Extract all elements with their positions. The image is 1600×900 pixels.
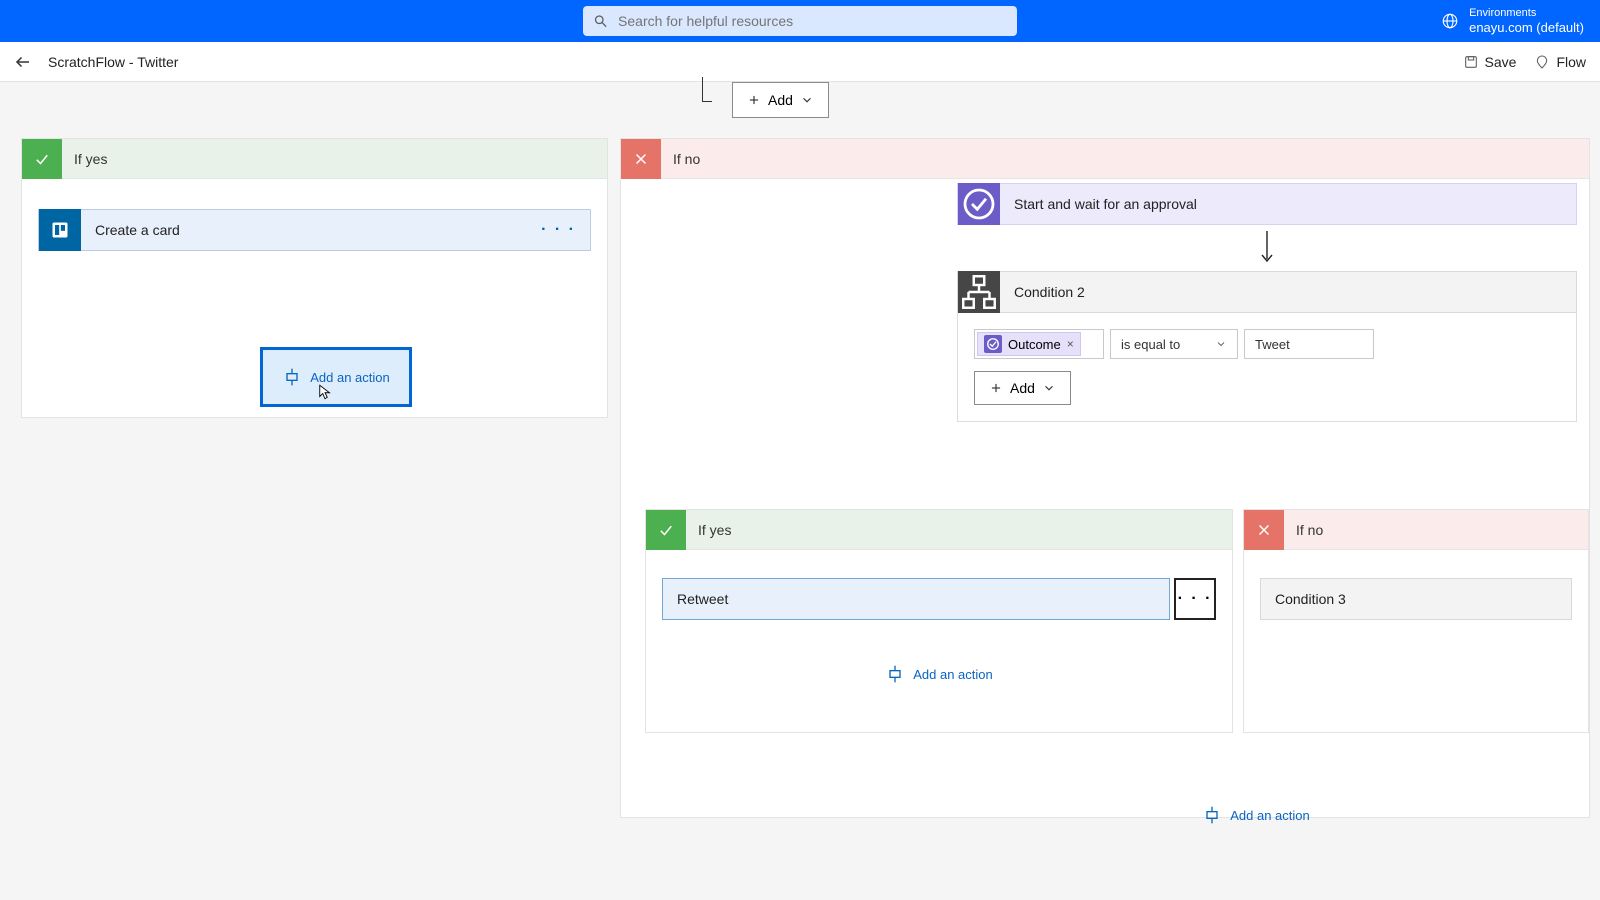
condition-icon: [958, 271, 1000, 313]
search-input[interactable]: [618, 13, 1007, 29]
branch-if-yes-header[interactable]: If yes: [22, 139, 607, 179]
nested-if-no-header[interactable]: If no: [1244, 510, 1588, 550]
environment-picker[interactable]: Environments enayu.com (default): [1441, 7, 1584, 36]
environment-name: enayu.com (default): [1469, 20, 1584, 36]
add-row-button[interactable]: Add: [732, 82, 829, 118]
action-approval[interactable]: Start and wait for an approval: [957, 183, 1577, 225]
save-icon: [1463, 54, 1479, 70]
dynamic-token-outcome[interactable]: Outcome ×: [977, 332, 1081, 356]
condition-add-label: Add: [1010, 380, 1035, 396]
top-add-region: Add: [660, 82, 1215, 124]
operator-label: is equal to: [1121, 337, 1180, 352]
add-action-button[interactable]: Add an action: [260, 347, 412, 407]
trello-icon: [39, 209, 81, 251]
action-retweet-menu[interactable]: · · ·: [1174, 578, 1216, 620]
cursor-icon: [316, 381, 334, 403]
action-create-card[interactable]: Create a card · · ·: [38, 209, 591, 251]
editor-toolbar: ScratchFlow - Twitter Save Flow: [0, 42, 1600, 82]
flow-canvas[interactable]: Add If yes Create a card · · · Add an ac…: [0, 82, 1600, 900]
token-remove[interactable]: ×: [1067, 337, 1074, 351]
branch-if-no-header[interactable]: If no: [621, 139, 1589, 179]
flow-checker-icon: [1534, 54, 1550, 70]
condition-3-header[interactable]: Condition 3: [1260, 578, 1572, 620]
condition-2-header[interactable]: Condition 2: [957, 271, 1577, 313]
flow-arrow: [957, 225, 1577, 271]
global-search[interactable]: [583, 6, 1017, 36]
flow-label: Flow: [1556, 54, 1586, 70]
flow-title: ScratchFlow - Twitter: [48, 54, 178, 70]
chevron-down-icon: [1042, 381, 1056, 395]
branch-if-yes-label: If yes: [74, 151, 107, 167]
condition-operator-select[interactable]: is equal to: [1110, 329, 1238, 359]
branch-if-no: If no Start and wait for an approval Con…: [620, 138, 1590, 818]
insert-step-icon: [282, 367, 302, 387]
action-card-menu[interactable]: · · ·: [541, 221, 576, 239]
plus-icon: [989, 381, 1003, 395]
arrow-left-icon: [14, 53, 32, 71]
branch-if-no-label: If no: [673, 151, 700, 167]
branch-if-yes: If yes Create a card · · · Add an action: [21, 138, 608, 418]
condition-2-body: Outcome × is equal to Tweet Add: [957, 313, 1577, 422]
condition-add-row[interactable]: Add: [974, 371, 1071, 405]
nested-if-no-label: If no: [1296, 522, 1323, 538]
close-icon: [621, 139, 661, 179]
connector-line: [702, 77, 712, 102]
condition-2-title: Condition 2: [1000, 284, 1085, 300]
nested-branch-if-yes: If yes Retweet · · · Add an action: [645, 509, 1233, 733]
nested-if-yes-header[interactable]: If yes: [646, 510, 1232, 550]
app-header: Environments enayu.com (default): [0, 0, 1600, 42]
action-retweet[interactable]: Retweet: [662, 578, 1170, 620]
save-button[interactable]: Save: [1463, 54, 1517, 70]
insert-step-icon: [1202, 805, 1222, 825]
nested-add-action[interactable]: Add an action: [646, 664, 1232, 684]
flow-checker-button[interactable]: Flow: [1534, 54, 1586, 70]
back-button[interactable]: [14, 53, 32, 71]
value-text: Tweet: [1255, 337, 1290, 352]
outer-no-add-action-label: Add an action: [1230, 808, 1310, 823]
plus-icon: [747, 93, 761, 107]
condition-left-operand[interactable]: Outcome ×: [974, 329, 1104, 359]
nested-branch-if-no: If no Condition 3: [1243, 509, 1589, 733]
environment-label: Environments: [1469, 7, 1584, 20]
environment-icon: [1441, 12, 1459, 30]
condition-3-title: Condition 3: [1261, 591, 1346, 607]
nested-if-yes-label: If yes: [698, 522, 731, 538]
approval-token-icon: [984, 335, 1002, 353]
action-create-card-label: Create a card: [95, 222, 541, 238]
save-label: Save: [1485, 54, 1517, 70]
outer-no-add-action[interactable]: Add an action: [1181, 805, 1331, 825]
approval-icon: [958, 183, 1000, 225]
check-icon: [646, 510, 686, 550]
token-label: Outcome: [1008, 337, 1061, 352]
action-retweet-label: Retweet: [663, 591, 728, 607]
search-icon: [593, 13, 608, 29]
add-row-label: Add: [768, 92, 793, 108]
action-approval-label: Start and wait for an approval: [1000, 196, 1197, 212]
chevron-down-icon: [1215, 338, 1227, 350]
check-icon: [22, 139, 62, 179]
insert-step-icon: [885, 664, 905, 684]
close-icon: [1244, 510, 1284, 550]
nested-add-action-label: Add an action: [913, 667, 993, 682]
condition-right-value[interactable]: Tweet: [1244, 329, 1374, 359]
chevron-down-icon: [800, 93, 814, 107]
